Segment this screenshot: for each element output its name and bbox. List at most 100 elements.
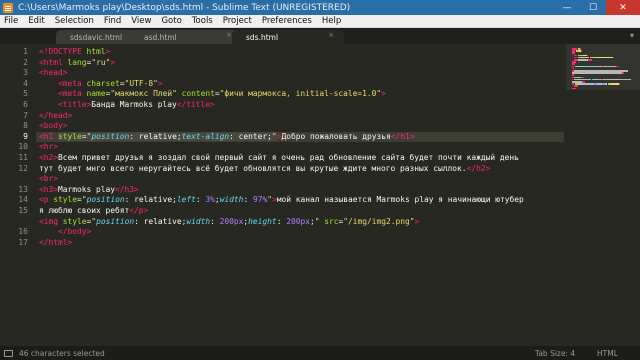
minimap-segment xyxy=(603,65,616,68)
code-line[interactable]: </body> xyxy=(39,227,91,238)
code-token: : relative; xyxy=(134,216,187,226)
code-line[interactable]: <meta charset="UTF-8"> xyxy=(39,79,163,90)
minimap-segment xyxy=(613,56,615,59)
code-token: left xyxy=(176,195,196,205)
sublime-app-icon xyxy=(3,2,13,13)
tab-asd[interactable]: asd.html × xyxy=(130,30,242,44)
line-number: 15 xyxy=(18,206,28,215)
tab-size-indicator[interactable]: Tab Size: 4 xyxy=(535,349,575,358)
tab-sds[interactable]: sds.html × xyxy=(232,30,344,44)
minimap-segment xyxy=(572,87,576,90)
code-line[interactable]: <h3>Marmoks play</h3> xyxy=(39,185,139,196)
menu-help[interactable]: Help xyxy=(318,15,347,28)
line-number: 8 xyxy=(23,121,28,131)
tab-close-icon[interactable]: × xyxy=(328,31,334,39)
menu-goto[interactable]: Goto xyxy=(157,15,187,28)
code-token: <h1 xyxy=(39,131,54,141)
menu-file[interactable]: File xyxy=(0,15,24,28)
code-token: > xyxy=(105,47,111,56)
code-token: style xyxy=(58,131,82,141)
code-line[interactable]: <!DOCTYPE html> xyxy=(39,47,110,58)
menu-edit[interactable]: Edit xyxy=(24,15,50,28)
code-line[interactable]: я люблю своих ребят</p> xyxy=(39,206,148,217)
code-editor[interactable]: 1 2 3 4 5 6 7 8 9 10 11 12 13 14 15 16 17 <!DOCTYPE html… xyxy=(0,44,640,346)
minimap-segment xyxy=(578,59,588,61)
code-token: center; xyxy=(233,131,272,141)
syntax-indicator[interactable]: HTML xyxy=(597,349,618,358)
code-token: Добро пожаловать друзья xyxy=(281,131,391,141)
menu-selection[interactable]: Selection xyxy=(51,15,100,28)
code-token: : relative; xyxy=(124,195,177,205)
code-token: </h2> xyxy=(466,163,491,173)
code-line[interactable]: <body> xyxy=(39,121,68,132)
line-number xyxy=(2,174,28,185)
line-number: 17 xyxy=(18,237,28,247)
close-button[interactable]: ✕ xyxy=(606,0,640,15)
code-token: > xyxy=(414,216,420,226)
code-token: <title> xyxy=(58,100,92,109)
code-line[interactable]: <img style="position: relative;width: 20… xyxy=(39,217,419,228)
tab-label: sds.html xyxy=(246,32,279,42)
code-token: html xyxy=(86,47,106,56)
code-token: я люблю своих ребят xyxy=(39,206,130,215)
code-token: 200px xyxy=(219,216,244,226)
minimap-segment xyxy=(606,83,608,85)
code-token: text-align xyxy=(181,131,230,141)
minimap-segment xyxy=(572,72,622,74)
code-token: "ru" xyxy=(91,57,111,67)
panel-toggle-icon[interactable] xyxy=(4,349,13,357)
code-token: width xyxy=(219,195,244,205)
code-token: "макмокс Плей" xyxy=(110,89,177,99)
line-number: 16 xyxy=(18,227,28,237)
minimize-button[interactable]: — xyxy=(554,0,580,15)
code-token: style xyxy=(53,195,78,205)
line-number: 4 xyxy=(23,78,28,88)
code-token: position xyxy=(86,195,125,205)
code-line[interactable]: <hr> xyxy=(39,142,58,153)
code-line[interactable]: <title>Банда Marmoks play</title> xyxy=(39,100,215,111)
minimap[interactable] xyxy=(566,44,640,346)
title-bar: C:\Users\Marmoks play\Desktop\sds.html -… xyxy=(0,0,640,15)
code-token: Банда Marmoks play xyxy=(91,100,177,109)
line-number: 6 xyxy=(23,100,28,109)
code-token: <!DOCTYPE xyxy=(39,47,82,56)
code-token: content xyxy=(181,89,215,99)
code-token: <h3> xyxy=(39,184,59,194)
code-line[interactable]: тут будет мнго всего неругайтесь всё буд… xyxy=(39,164,490,175)
menu-find[interactable]: Find xyxy=(100,15,127,28)
minimap-segment xyxy=(610,83,620,85)
code-line[interactable]: <br> xyxy=(39,174,58,185)
menu-preferences[interactable]: Preferences xyxy=(258,15,318,28)
code-line[interactable]: <html lang="ru"> xyxy=(39,58,115,69)
code-token: "UTF-8" xyxy=(124,78,158,88)
window-title: C:\Users\Marmoks play\Desktop\sds.html -… xyxy=(18,2,351,13)
window-controls: — ☐ ✕ xyxy=(554,0,640,15)
line-number: 11 xyxy=(18,153,28,162)
code-line[interactable]: <h1 style="position: relative;text-align… xyxy=(39,131,414,143)
code-token: > xyxy=(110,57,116,67)
tab-list-dropdown-icon[interactable]: ▾ xyxy=(630,31,634,40)
code-line[interactable]: <head> xyxy=(39,68,68,79)
menu-tools[interactable]: Tools xyxy=(188,15,219,28)
maximize-button[interactable]: ☐ xyxy=(580,0,606,15)
code-line[interactable]: <p style="position: relative;left: 3%;wi… xyxy=(39,195,524,206)
menu-project[interactable]: Project xyxy=(219,15,258,28)
code-token: : xyxy=(243,195,253,205)
code-token: <meta xyxy=(58,78,82,88)
code-token: </p> xyxy=(129,206,149,215)
code-token: position xyxy=(96,216,135,226)
code-token: тут будет мнго всего неругайтесь всё буд… xyxy=(39,163,467,173)
code-line[interactable]: </head> xyxy=(39,111,72,122)
code-token: </html> xyxy=(39,237,73,247)
menu-view[interactable]: View xyxy=(127,15,157,28)
line-number: 12 xyxy=(18,163,28,173)
line-number: 14 xyxy=(18,195,28,205)
tab-bar: sdsdavic.html × asd.html × sds.html × ▾ xyxy=(0,28,640,44)
minimap-segment xyxy=(587,59,593,61)
code-token: <hr> xyxy=(39,142,59,152)
code-line[interactable]: <meta name="макмокс Плей" content="фичи … xyxy=(39,89,386,100)
code-line[interactable]: </html> xyxy=(39,238,72,249)
code-line[interactable]: <h2>Всем привет друзья я зоздал свой пер… xyxy=(39,153,519,164)
code-token: : xyxy=(276,216,287,226)
